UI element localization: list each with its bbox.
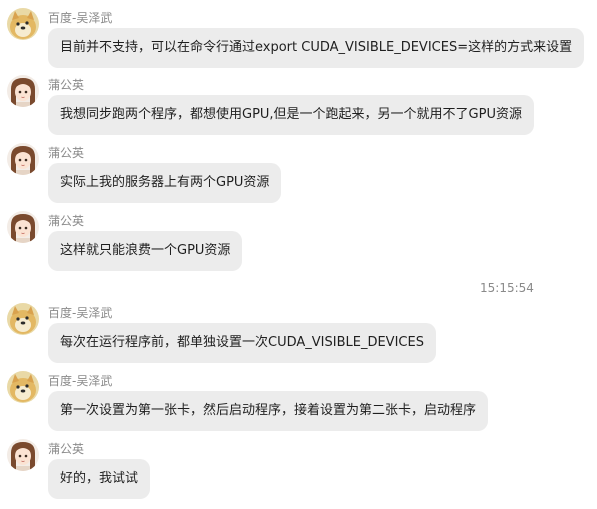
chat-history: 百度-吴泽武 目前并不支持，可以在命令行通过export CUDA_VISIBL… <box>0 0 597 509</box>
sender-name[interactable]: 百度-吴泽武 <box>48 304 112 321</box>
doge-avatar[interactable] <box>7 303 39 335</box>
sender-name[interactable]: 蒲公英 <box>48 440 84 457</box>
message-bubble[interactable]: 好的，我试试 <box>48 459 151 499</box>
anime-girl-avatar[interactable] <box>7 211 39 243</box>
sender-name[interactable]: 百度-吴泽武 <box>48 372 112 389</box>
sender-name[interactable]: 蒲公英 <box>48 144 84 161</box>
doge-avatar[interactable] <box>7 8 39 40</box>
anime-girl-avatar[interactable] <box>7 143 39 175</box>
anime-girl-avatar[interactable] <box>7 75 39 107</box>
message-bubble[interactable]: 每次在运行程序前，都单独设置一次CUDA_VISIBLE_DEVICES <box>48 323 436 363</box>
message-bubble[interactable]: 实际上我的服务器上有两个GPU资源 <box>48 163 282 203</box>
message-timestamp: 15:15:54 <box>480 281 534 295</box>
message-bubble[interactable]: 第一次设置为第一张卡，然后启动程序，接着设置为第二张卡，启动程序 <box>48 391 489 431</box>
doge-avatar[interactable] <box>7 371 39 403</box>
sender-name[interactable]: 蒲公英 <box>48 76 84 93</box>
sender-name[interactable]: 蒲公英 <box>48 212 84 229</box>
sender-name[interactable]: 百度-吴泽武 <box>48 9 112 26</box>
anime-girl-avatar[interactable] <box>7 439 39 471</box>
message-bubble[interactable]: 目前并不支持，可以在命令行通过export CUDA_VISIBLE_DEVIC… <box>48 28 585 68</box>
message-bubble[interactable]: 我想同步跑两个程序，都想使用GPU,但是一个跑起来，另一个就用不了GPU资源 <box>48 95 534 135</box>
message-bubble[interactable]: 这样就只能浪费一个GPU资源 <box>48 231 243 271</box>
